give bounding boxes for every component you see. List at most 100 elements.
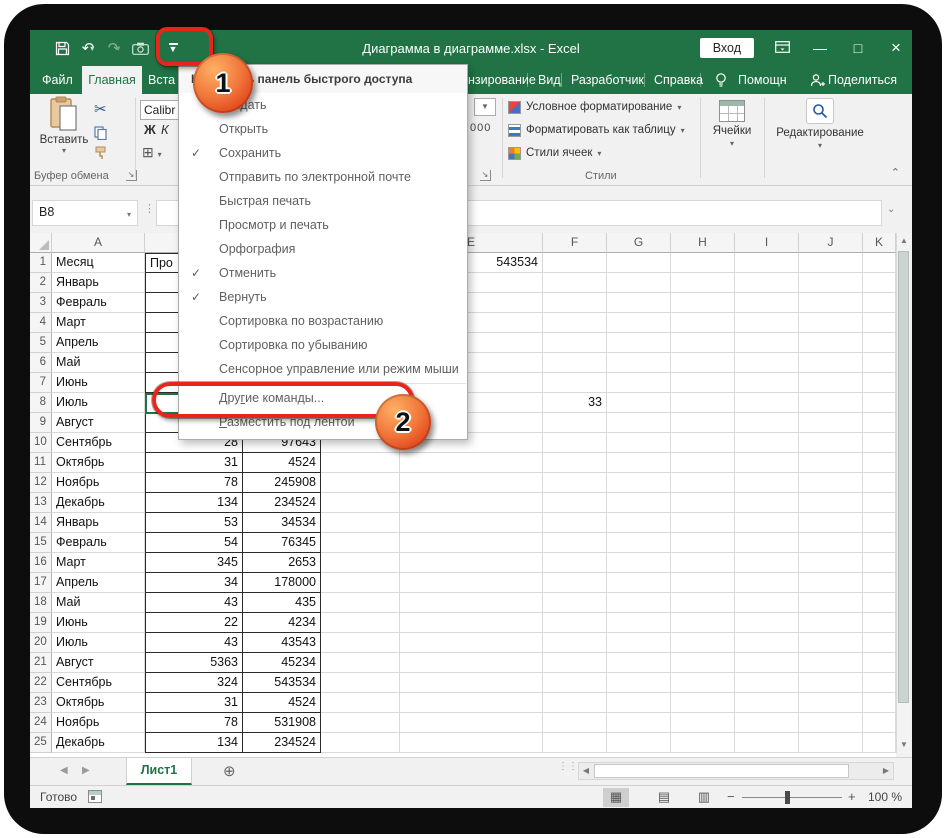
cell-A18[interactable]: Май [52, 593, 145, 613]
cell-G5[interactable] [607, 333, 671, 353]
cell-C25[interactable]: 234524 [243, 733, 321, 753]
menu-item-print-preview[interactable]: Просмотр и печать [179, 213, 467, 237]
row-header-1[interactable]: 1 [30, 253, 52, 273]
cell-G9[interactable] [607, 413, 671, 433]
cell-D24[interactable] [321, 713, 400, 733]
cell-G12[interactable] [607, 473, 671, 493]
col-header-I[interactable]: I [735, 233, 799, 253]
menu-item-quick-print[interactable]: Быстрая печать [179, 189, 467, 213]
cell-H11[interactable] [671, 453, 735, 473]
cell-E24[interactable] [400, 713, 543, 733]
camera-icon[interactable] [130, 37, 150, 59]
cell-E22[interactable] [400, 673, 543, 693]
cell-F12[interactable] [543, 473, 607, 493]
col-header-A[interactable]: A [52, 233, 145, 253]
row-header-7[interactable]: 7 [30, 373, 52, 393]
cell-G18[interactable] [607, 593, 671, 613]
cell-K4[interactable] [863, 313, 896, 333]
cell-J6[interactable] [799, 353, 863, 373]
cell-C15[interactable]: 76345 [243, 533, 321, 553]
save-icon[interactable] [52, 37, 72, 59]
col-header-K[interactable]: K [863, 233, 896, 253]
row-header-6[interactable]: 6 [30, 353, 52, 373]
cell-H22[interactable] [671, 673, 735, 693]
cell-F6[interactable] [543, 353, 607, 373]
cell-G8[interactable] [607, 393, 671, 413]
close-button[interactable]: × [886, 38, 906, 58]
row-header-10[interactable]: 10 [30, 433, 52, 453]
cell-A11[interactable]: Октябрь [52, 453, 145, 473]
cell-H16[interactable] [671, 553, 735, 573]
cell-I4[interactable] [735, 313, 799, 333]
cell-H1[interactable] [671, 253, 735, 273]
cell-K11[interactable] [863, 453, 896, 473]
cell-K17[interactable] [863, 573, 896, 593]
cell-F18[interactable] [543, 593, 607, 613]
font-name-combo[interactable]: Calibr [140, 100, 180, 120]
cell-A12[interactable]: Ноябрь [52, 473, 145, 493]
cell-H2[interactable] [671, 273, 735, 293]
cell-A6[interactable]: Май [52, 353, 145, 373]
cell-B25[interactable]: 134 [145, 733, 243, 753]
cell-F17[interactable] [543, 573, 607, 593]
cell-F10[interactable] [543, 433, 607, 453]
cell-D15[interactable] [321, 533, 400, 553]
menu-item-redo[interactable]: ✓Вернуть [179, 285, 467, 309]
row-header-2[interactable]: 2 [30, 273, 52, 293]
row-header-15[interactable]: 15 [30, 533, 52, 553]
row-header-20[interactable]: 20 [30, 633, 52, 653]
cell-D13[interactable] [321, 493, 400, 513]
cell-I20[interactable] [735, 633, 799, 653]
cell-A24[interactable]: Ноябрь [52, 713, 145, 733]
cut-icon[interactable]: ✂ [94, 100, 107, 118]
cell-E14[interactable] [400, 513, 543, 533]
cell-B19[interactable]: 22 [145, 613, 243, 633]
cell-G25[interactable] [607, 733, 671, 753]
cell-A22[interactable]: Сентябрь [52, 673, 145, 693]
cell-G15[interactable] [607, 533, 671, 553]
undo-icon[interactable]: ↶▾ [78, 37, 98, 59]
cell-G6[interactable] [607, 353, 671, 373]
cell-B13[interactable]: 134 [145, 493, 243, 513]
menu-item-save[interactable]: ✓Сохранить [179, 141, 467, 165]
cell-A16[interactable]: Март [52, 553, 145, 573]
cell-F5[interactable] [543, 333, 607, 353]
cell-B18[interactable]: 43 [145, 593, 243, 613]
cell-C23[interactable]: 4524 [243, 693, 321, 713]
cell-A25[interactable]: Декабрь [52, 733, 145, 753]
row-header-16[interactable]: 16 [30, 553, 52, 573]
tab-insert[interactable]: Вста [140, 66, 183, 94]
cell-E16[interactable] [400, 553, 543, 573]
cell-D19[interactable] [321, 613, 400, 633]
cell-G21[interactable] [607, 653, 671, 673]
cell-D20[interactable] [321, 633, 400, 653]
cell-G20[interactable] [607, 633, 671, 653]
cell-G19[interactable] [607, 613, 671, 633]
cell-H12[interactable] [671, 473, 735, 493]
cell-E23[interactable] [400, 693, 543, 713]
cell-I12[interactable] [735, 473, 799, 493]
cell-J5[interactable] [799, 333, 863, 353]
normal-view-icon[interactable]: ▦ [603, 788, 629, 807]
cell-I13[interactable] [735, 493, 799, 513]
cell-B23[interactable]: 31 [145, 693, 243, 713]
menu-item-sort-asc[interactable]: Сортировка по возрастанию [179, 309, 467, 333]
cell-I11[interactable] [735, 453, 799, 473]
cell-C24[interactable]: 531908 [243, 713, 321, 733]
cell-I6[interactable] [735, 353, 799, 373]
cell-H4[interactable] [671, 313, 735, 333]
cell-K10[interactable] [863, 433, 896, 453]
cell-F22[interactable] [543, 673, 607, 693]
cell-H13[interactable] [671, 493, 735, 513]
ribbon-display-options-icon[interactable] [772, 40, 792, 56]
cell-F4[interactable] [543, 313, 607, 333]
row-header-11[interactable]: 11 [30, 453, 52, 473]
row-header-3[interactable]: 3 [30, 293, 52, 313]
cell-G16[interactable] [607, 553, 671, 573]
italic-button[interactable]: К [161, 122, 169, 137]
new-sheet-icon[interactable]: ⊕ [223, 762, 236, 780]
cell-A15[interactable]: Февраль [52, 533, 145, 553]
cell-I16[interactable] [735, 553, 799, 573]
cell-A7[interactable]: Июнь [52, 373, 145, 393]
cell-G7[interactable] [607, 373, 671, 393]
